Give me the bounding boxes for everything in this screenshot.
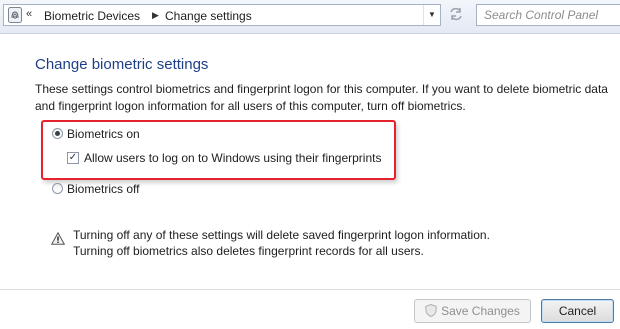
allow-fingerprint-checkbox[interactable]: ✓ — [67, 152, 79, 164]
biometrics-off-label[interactable]: Biometrics off — [67, 182, 139, 196]
page-title: Change biometric settings — [35, 56, 209, 73]
save-changes-button[interactable]: Save Changes — [414, 299, 531, 323]
warning-line: Turning off biometrics also deletes fing… — [73, 244, 424, 258]
fingerprint-icon — [8, 7, 22, 23]
address-toolbar: « Biometric Devices ▶ Change settings ▼ … — [0, 0, 620, 34]
cancel-button[interactable]: Cancel — [541, 299, 614, 323]
refresh-icon[interactable] — [444, 4, 468, 26]
description-line: These settings control biometrics and fi… — [35, 82, 608, 96]
uac-shield-icon — [425, 304, 437, 317]
warning-text: Turning off any of these settings will d… — [73, 227, 490, 259]
address-dropdown-icon[interactable]: ▼ — [423, 5, 440, 25]
warning-line: Turning off any of these settings will d… — [73, 228, 490, 242]
search-placeholder: Search Control Panel — [484, 8, 599, 22]
search-input[interactable]: Search Control Panel — [476, 4, 620, 26]
biometrics-off-radio[interactable] — [52, 183, 63, 194]
description: These settings control biometrics and fi… — [35, 81, 620, 115]
biometrics-on-label[interactable]: Biometrics on — [67, 127, 140, 141]
footer-divider — [0, 289, 620, 290]
breadcrumb-change-settings[interactable]: Change settings — [165, 9, 252, 23]
breadcrumb-arrow-icon[interactable]: ▶ — [152, 10, 159, 21]
description-line: and fingerprint logon information for al… — [35, 99, 466, 113]
address-bar[interactable]: « Biometric Devices ▶ Change settings ▼ — [3, 4, 441, 26]
overflow-chevron-icon[interactable]: « — [26, 8, 32, 20]
allow-fingerprint-label[interactable]: Allow users to log on to Windows using t… — [84, 151, 381, 165]
breadcrumb-biometric-devices[interactable]: Biometric Devices — [44, 9, 140, 23]
warning-icon — [51, 232, 65, 245]
save-changes-label: Save Changes — [441, 304, 520, 318]
biometrics-on-radio[interactable] — [52, 128, 63, 139]
